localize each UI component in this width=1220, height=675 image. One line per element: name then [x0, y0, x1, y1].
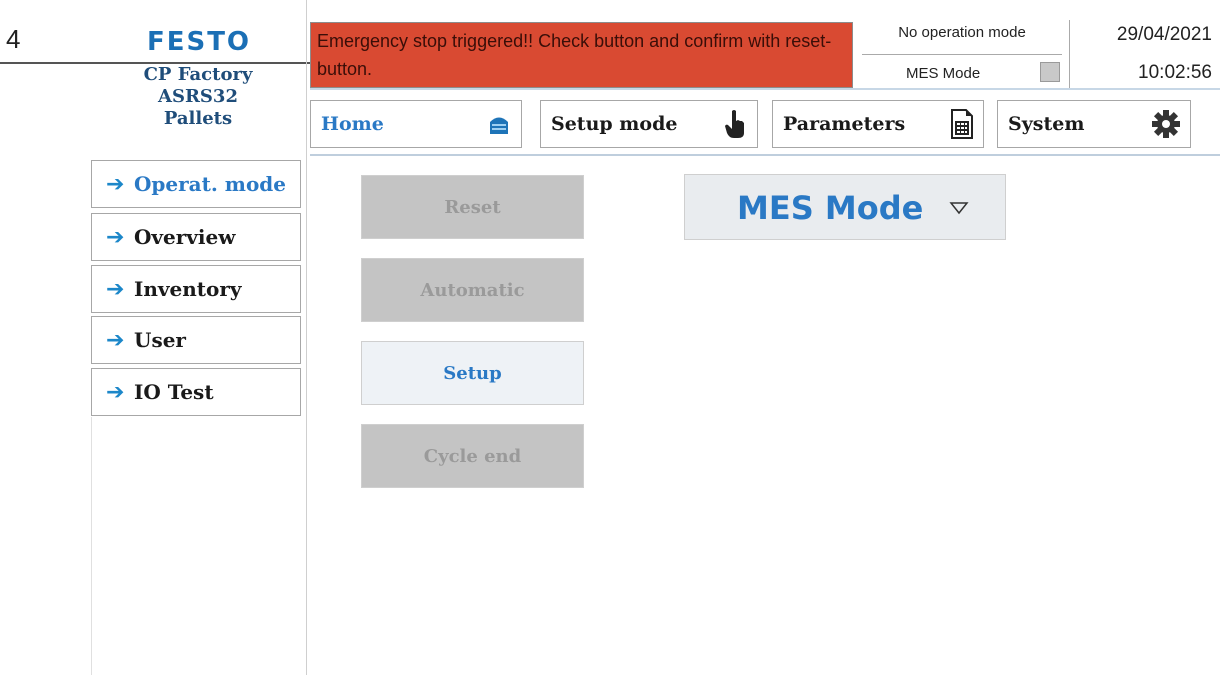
tab-home-label: Home	[321, 113, 384, 135]
tab-parameters[interactable]: Parameters	[772, 100, 984, 148]
sidebar-item-label: User	[134, 328, 186, 352]
tab-home[interactable]: Home	[310, 100, 522, 148]
mode-select[interactable]: MES Mode	[684, 174, 1006, 240]
station-title: CP Factory ASRS32 Pallets	[118, 64, 278, 130]
sidebar-item-overview[interactable]: ➔ Overview	[91, 213, 301, 261]
home-icon	[490, 117, 508, 134]
hand-pointer-icon	[725, 110, 744, 138]
chevron-down-icon	[949, 202, 969, 215]
gear-icon	[1152, 110, 1180, 138]
status-panel: No operation mode MES Mode	[862, 20, 1062, 90]
sidebar-item-label: IO Test	[134, 380, 214, 404]
alarm-banner[interactable]: Emergency stop triggered!! Check button …	[310, 22, 853, 88]
status-divider	[862, 54, 1062, 55]
automatic-button[interactable]: Automatic	[361, 258, 584, 322]
arrow-right-icon: ➔	[106, 276, 125, 302]
sidebar-item-inventory[interactable]: ➔ Inventory	[91, 265, 301, 313]
setup-button[interactable]: Setup	[361, 341, 584, 405]
nav-separator	[310, 154, 1220, 156]
time-display: 10:02:56	[1138, 62, 1212, 83]
sidebar-border	[91, 417, 92, 675]
festo-logo: FESTO	[147, 27, 251, 56]
sidebar-item-user[interactable]: ➔ User	[91, 316, 301, 364]
station-line-3: Pallets	[163, 108, 233, 129]
status-separator	[1069, 20, 1070, 88]
operation-mode-status: No operation mode	[898, 24, 1026, 41]
tab-setup-mode[interactable]: Setup mode	[540, 100, 758, 148]
tab-setup-label: Setup mode	[551, 113, 678, 135]
reset-button[interactable]: Reset	[361, 175, 584, 239]
callout-number: 4	[6, 24, 21, 54]
sidebar-item-label: Operat. mode	[134, 172, 287, 196]
arrow-right-icon: ➔	[106, 327, 125, 353]
vertical-divider	[306, 0, 307, 675]
mes-mode-status: MES Mode	[906, 65, 981, 82]
mode-select-value: MES Mode	[737, 189, 924, 227]
tab-parameters-label: Parameters	[783, 113, 906, 135]
sidebar-item-operat-mode[interactable]: ➔ Operat. mode	[91, 160, 301, 208]
tab-system[interactable]: System	[997, 100, 1191, 148]
cycle-end-button[interactable]: Cycle end	[361, 424, 584, 488]
station-line-2: ASRS32	[158, 86, 238, 107]
arrow-right-icon: ➔	[106, 224, 125, 250]
sidebar-item-label: Inventory	[134, 277, 242, 301]
arrow-right-icon: ➔	[106, 379, 125, 405]
document-table-icon	[951, 109, 973, 139]
mes-mode-indicator	[1040, 62, 1060, 82]
tab-system-label: System	[1008, 113, 1085, 135]
station-line-1: CP Factory	[143, 64, 253, 85]
sidebar-item-label: Overview	[134, 225, 236, 249]
sidebar-item-io-test[interactable]: ➔ IO Test	[91, 368, 301, 416]
arrow-right-icon: ➔	[106, 171, 125, 197]
date-display: 29/04/2021	[1116, 24, 1212, 45]
header-separator	[310, 88, 1220, 90]
logo-text: FESTO	[147, 27, 251, 56]
